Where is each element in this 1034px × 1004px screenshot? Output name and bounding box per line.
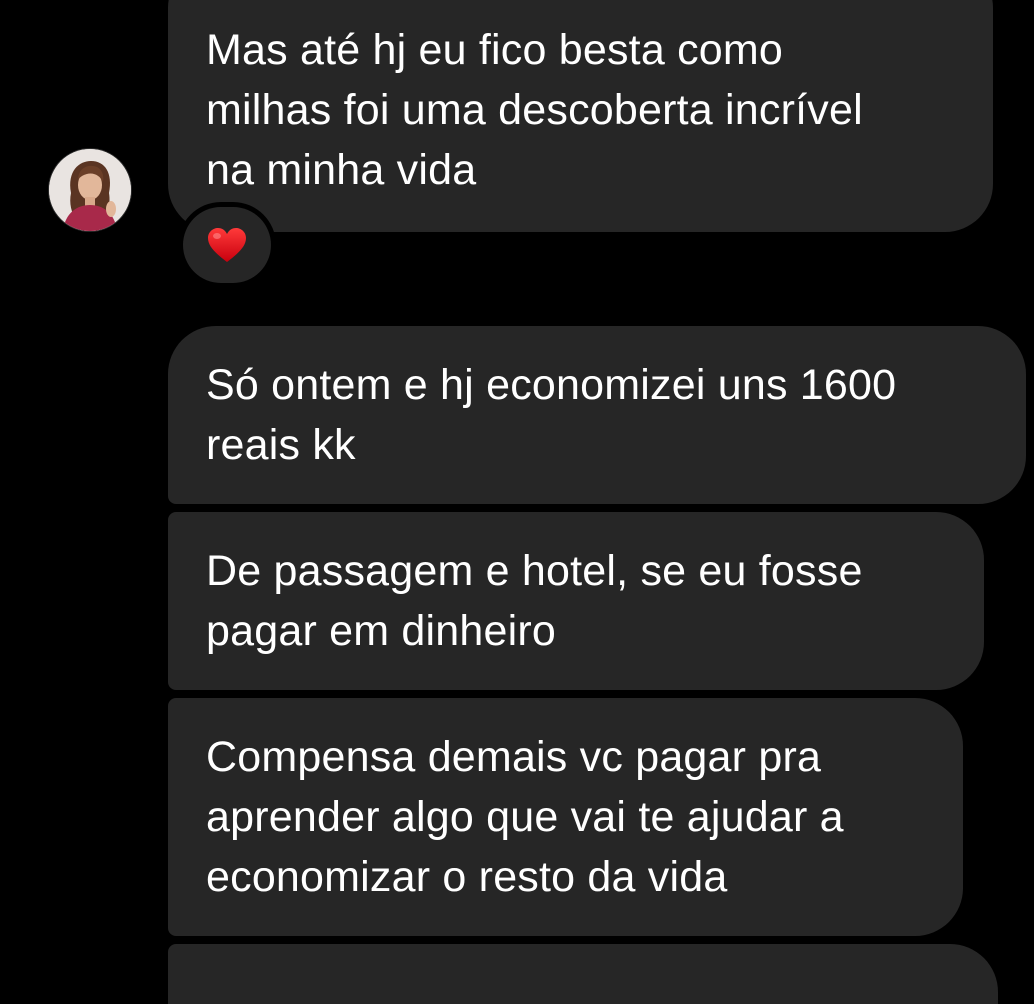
message-text-line: pagar em dinheiro xyxy=(206,607,557,655)
message-bubble[interactable]: Compensa demais vc pagar pra aprender al… xyxy=(168,698,963,936)
message-bubble[interactable] xyxy=(168,944,998,1004)
message-text-line: aprender algo que vai te ajudar a xyxy=(206,793,844,841)
message-text-line: milhas foi uma descoberta incrível xyxy=(206,86,863,134)
message-text-line: Mas até hj eu fico besta como xyxy=(206,26,784,74)
message-text-line: Só ontem e hj economizei uns 1600 xyxy=(206,361,897,409)
profile-photo-icon xyxy=(49,149,131,231)
message-text-line: De passagem e hotel, se eu fosse xyxy=(206,547,863,595)
message-bubble[interactable]: De passagem e hotel, se eu fosse pagar e… xyxy=(168,512,984,690)
message-bubble[interactable]: Mas até hj eu fico besta como milhas foi… xyxy=(168,0,993,232)
message-text-line: economizar o resto da vida xyxy=(206,853,728,901)
message-text-line: reais kk xyxy=(206,421,356,469)
message-text-line: na minha vida xyxy=(206,146,477,194)
sender-avatar[interactable] xyxy=(49,149,131,231)
message-reaction[interactable] xyxy=(183,207,271,283)
message-text-line: Compensa demais vc pagar pra xyxy=(206,733,822,781)
message-bubble[interactable]: Só ontem e hj economizei uns 1600 reais … xyxy=(168,326,1026,504)
heart-icon xyxy=(208,228,246,262)
